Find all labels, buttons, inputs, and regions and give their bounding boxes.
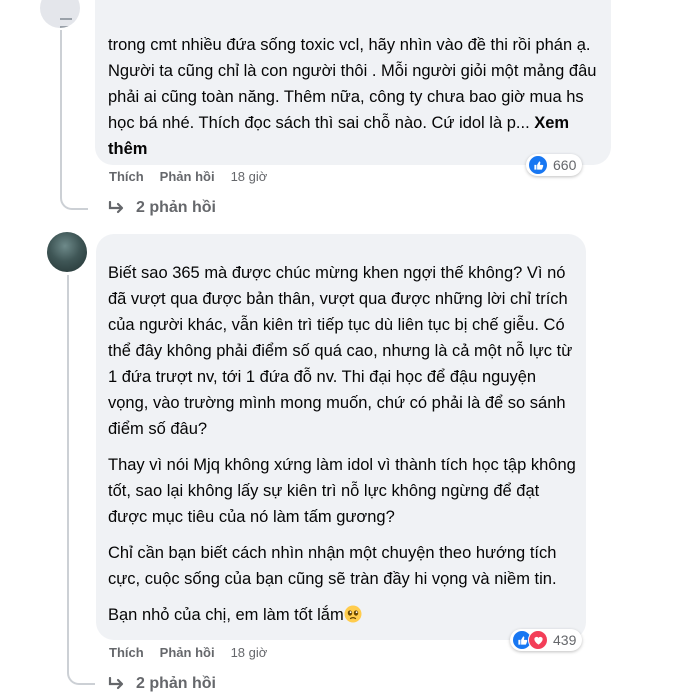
comment-timestamp[interactable]: 18 giờ — [231, 645, 268, 660]
reply-connector — [67, 655, 95, 685]
pleading-face-icon — [344, 605, 362, 623]
avatar[interactable] — [47, 232, 87, 272]
reply-connector — [60, 180, 88, 210]
view-replies-button[interactable]: 2 phản hồi — [108, 675, 216, 693]
comment-paragraph: Bạn nhỏ của chị, em làm tốt lắm — [108, 602, 578, 628]
comment-text: trong cmt nhiều đứa sống toxic vcl, hãy … — [108, 36, 597, 158]
reply-arrow-icon — [108, 677, 124, 690]
thread-line — [67, 275, 69, 655]
reply-button[interactable]: Phản hồi — [160, 645, 215, 660]
comment-paragraph: Chỉ cần bạn biết cách nhìn nhận một chuy… — [108, 544, 557, 588]
like-button[interactable]: Thích — [109, 169, 144, 184]
reaction-count: 660 — [553, 157, 577, 173]
comment-timestamp[interactable]: 18 giờ — [231, 169, 268, 184]
comment-thread: trong cmt nhiều đứa sống toxic vcl, hãy … — [0, 0, 675, 700]
view-replies-button[interactable]: 2 phản hồi — [108, 199, 216, 217]
like-button[interactable]: Thích — [109, 645, 144, 660]
comment-actions: Thích Phản hồi 18 giờ — [109, 169, 267, 184]
comment-text: Biết sao 365 mà được chúc mừng khen ngợi… — [108, 260, 578, 638]
comment-actions: Thích Phản hồi 18 giờ — [109, 645, 267, 660]
reply-button[interactable]: Phản hồi — [160, 169, 215, 184]
replies-count-label: 2 phản hồi — [136, 199, 216, 216]
reaction-summary[interactable]: 439 — [510, 629, 583, 651]
like-icon — [528, 155, 548, 175]
comment-paragraph: Biết sao 365 mà được chúc mừng khen ngợi… — [108, 264, 573, 438]
avatar[interactable] — [40, 0, 80, 28]
replies-count-label: 2 phản hồi — [136, 675, 216, 692]
reply-arrow-icon — [108, 201, 124, 214]
avatar-image — [60, 18, 72, 28]
comment-paragraph: Thay vì nói Mjq không xứng làm idol vì t… — [108, 456, 576, 526]
reaction-summary[interactable]: 660 — [526, 154, 583, 176]
love-icon — [528, 630, 548, 650]
reaction-count: 439 — [553, 632, 577, 648]
thread-line — [60, 30, 62, 180]
